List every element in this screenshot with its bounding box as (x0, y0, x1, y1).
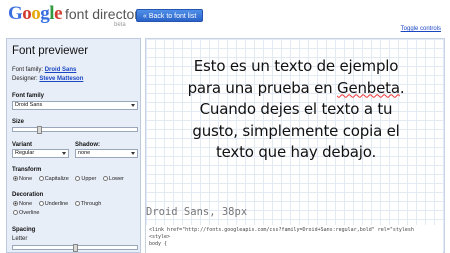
designer-info: Designer: Steve Matteson (12, 76, 83, 82)
toggle-controls-link[interactable]: Toggle controls (401, 26, 441, 32)
decoration-option-through[interactable]: Through (74, 201, 101, 207)
preview-text-line: Esto es un texto de ejemplo (193, 57, 399, 75)
size-slider-handle[interactable] (37, 126, 42, 134)
preview-text[interactable]: Esto es un texto de ejemplo para una pru… (154, 56, 438, 164)
font-family-select-value: Droid Sans (15, 102, 43, 108)
font-previewer-panel: Font previewer Font family: Droid Sans D… (6, 38, 141, 253)
shadow-label: Shadow: (75, 142, 100, 148)
letter-spacing-slider-handle[interactable] (73, 244, 78, 252)
transform-radio-group: None Capitalize Upper Lower (13, 176, 129, 182)
variant-select[interactable]: Regular (12, 149, 69, 158)
radio-icon[interactable] (74, 201, 80, 206)
beta-label: beta (114, 22, 126, 28)
code-line: <style> (149, 234, 171, 240)
size-label: Size (12, 119, 25, 125)
logo-google: Google (8, 3, 62, 24)
decoration-option-overline[interactable]: Overline (13, 210, 39, 216)
preview-text-line: gusto, simplemente copia el (192, 121, 400, 140)
preview-text-line: para una prueba en Genbeta. (187, 78, 405, 97)
transform-option-capitalize[interactable]: Capitalize (38, 176, 69, 182)
shadow-select[interactable]: none (75, 149, 138, 158)
radio-icon[interactable] (38, 176, 44, 181)
decoration-option-underline[interactable]: Underline (38, 201, 68, 207)
decoration-radio-group: None Underline Through (13, 201, 106, 207)
letter-spacing-label: Letter (12, 236, 28, 242)
chevron-down-icon (62, 152, 66, 155)
radio-icon[interactable] (38, 201, 44, 206)
variant-label: Variant (12, 142, 33, 148)
spacing-label: Spacing (12, 227, 36, 233)
transform-option-none[interactable]: None (13, 176, 32, 182)
preview-text-line: texto que hay debajo. (215, 143, 377, 161)
font-family-link[interactable]: Droid Sans (45, 67, 77, 73)
radio-selected-icon[interactable] (13, 176, 18, 181)
designer-label: Designer: (12, 76, 38, 82)
chevron-down-icon (131, 152, 135, 155)
panel-title: Font previewer (12, 45, 89, 57)
font-size-caption: Droid Sans, 38px (146, 206, 248, 218)
transform-label: Transform (12, 167, 42, 173)
logo-title: font directory (65, 6, 146, 22)
size-slider[interactable] (12, 126, 138, 134)
embed-code-box[interactable]: <link href="http://fonts.googleapis.com/… (146, 225, 443, 253)
radio-icon[interactable] (13, 210, 18, 215)
decoration-option-none[interactable]: None (13, 201, 32, 207)
radio-selected-icon[interactable] (13, 201, 18, 206)
preview-area[interactable]: Esto es un texto de ejemplo para una pru… (145, 38, 445, 253)
letter-spacing-slider[interactable] (12, 244, 138, 252)
variant-select-value: Regular (15, 150, 35, 156)
preview-text-line: Cuando dejes el texto a tu (199, 100, 393, 118)
transform-option-upper[interactable]: Upper (75, 176, 96, 182)
google-font-directory-logo: Google font directory beta (8, 3, 146, 28)
font-family-info-label: Font family: (12, 67, 44, 73)
code-line: <link href="http://fonts.googleapis.com/… (149, 227, 414, 233)
decoration-label: Decoration (12, 192, 44, 198)
chevron-down-icon (131, 104, 135, 107)
font-family-info: Font family: Droid Sans (12, 67, 76, 73)
font-family-select[interactable]: Droid Sans (12, 101, 138, 110)
back-to-font-list-button[interactable]: « Back to font list (136, 9, 204, 22)
radio-icon[interactable] (102, 176, 108, 181)
transform-option-lower[interactable]: Lower (102, 176, 124, 182)
spellcheck-word: Genbeta (337, 78, 400, 97)
font-family-section-label: Font family (12, 93, 45, 99)
shadow-select-value: none (78, 150, 91, 156)
radio-icon[interactable] (75, 176, 81, 181)
designer-link[interactable]: Steve Matteson (39, 76, 83, 82)
code-line: body { (149, 241, 168, 247)
decoration-radio-group-row2: Overline (13, 210, 44, 216)
